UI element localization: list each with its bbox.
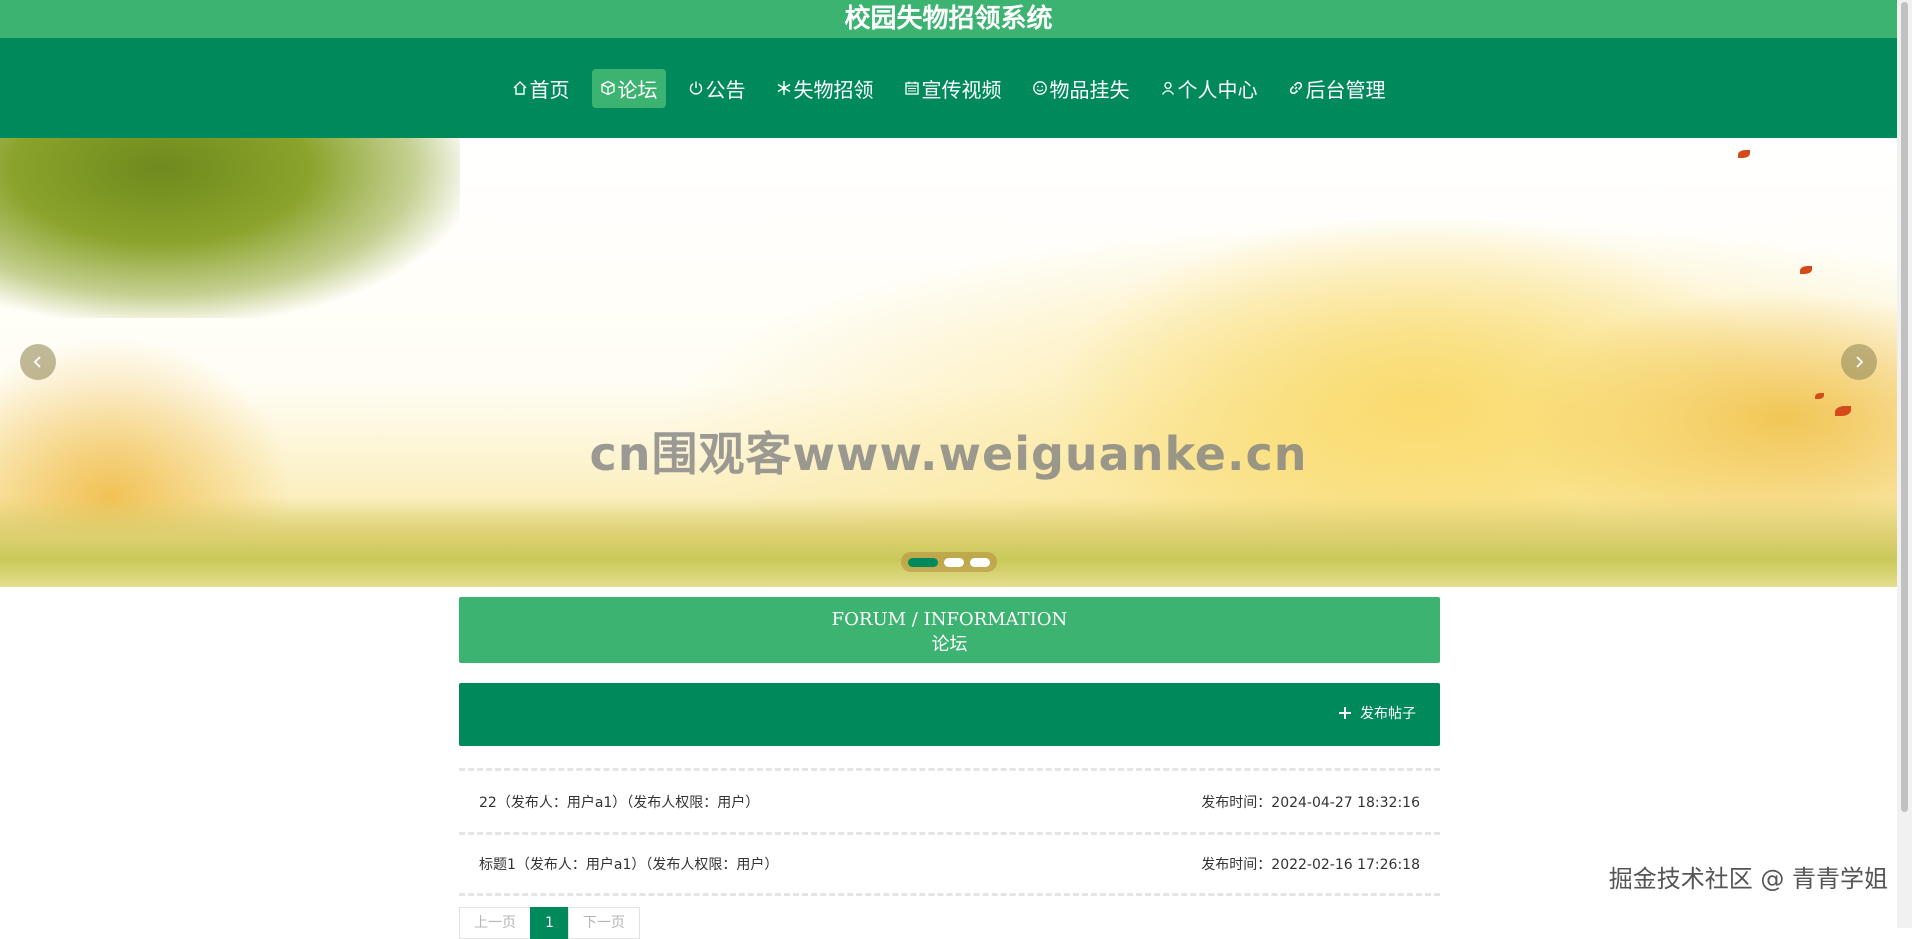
banner-ground-art (0, 497, 1897, 587)
nav-item-label: 首页 (529, 77, 570, 102)
post-title: 22（发布人：用户a1）（发布人权限：用户） (479, 794, 760, 811)
nav-item-label: 物品挂失 (1049, 77, 1130, 102)
carousel-dot[interactable] (908, 557, 938, 567)
smile-icon (1032, 81, 1047, 95)
main-nav: 首页 论坛 公告 失物招领 宣传视频 物品挂失 个人中心 后台管理 (0, 38, 1897, 138)
post-time: 发布时间：2024-04-27 18:32:16 (1201, 794, 1420, 811)
next-page-button[interactable]: 下一页 (567, 907, 640, 939)
nav-item-forum[interactable]: 论坛 (591, 68, 666, 108)
post-time: 发布时间：2022-02-16 17:26:18 (1201, 857, 1420, 873)
nav-item-home[interactable]: 首页 (504, 69, 578, 108)
carousel-dot[interactable] (944, 557, 964, 567)
section-header: FORUM / INFORMATION 论坛 (459, 597, 1440, 663)
banner-watermark: cn围观客www.weiguanke.cn (589, 427, 1308, 481)
calendar-icon (904, 81, 919, 95)
power-icon (689, 81, 702, 95)
post-item[interactable]: 22（发布人：用户a1）（发布人权限：用户） 发布时间：2024-04-27 1… (459, 768, 1440, 832)
section-title-cn: 论坛 (931, 634, 968, 655)
user-icon (1161, 81, 1174, 95)
nav-item-notice[interactable]: 公告 (680, 69, 754, 108)
nav-item-label: 宣传视频 (921, 77, 1002, 102)
page-scrollbar[interactable] (1897, 0, 1912, 928)
banner-tree-art (0, 138, 460, 318)
chevron-right-icon (1856, 356, 1864, 368)
nav-item-label: 公告 (705, 77, 746, 102)
corner-watermark: 掘金技术社区 @ 青青学姐 (1608, 865, 1888, 893)
publish-post-button[interactable]: 发布帖子 (1338, 703, 1416, 723)
nav-item-profile[interactable]: 个人中心 (1152, 69, 1266, 108)
post-item[interactable]: 标题1（发布人：用户a1）（发布人权限：用户） 发布时间：2022-02-16 … (459, 832, 1440, 896)
pagination: 上一页 1 下一页 (459, 907, 640, 939)
chevron-left-icon (33, 356, 41, 368)
nav-item-lost-found[interactable]: 失物招领 (768, 69, 882, 108)
link-icon (1289, 81, 1302, 95)
page-button-current[interactable]: 1 (530, 907, 569, 939)
carousel-next-button[interactable] (1841, 344, 1877, 380)
site-title: 校园失物招领系统 (0, 0, 1897, 38)
carousel-indicators (901, 552, 997, 572)
banner-carousel: cn围观客www.weiguanke.cn (0, 138, 1897, 587)
leaf-decoration (1738, 150, 1750, 158)
carousel-dot[interactable] (970, 557, 990, 567)
section-title-en: FORUM / INFORMATION (831, 609, 1068, 630)
nav-item-admin[interactable]: 后台管理 (1280, 69, 1394, 108)
home-icon (513, 81, 526, 95)
nav-item-label: 个人中心 (1177, 77, 1258, 102)
nav-item-promo-video[interactable]: 宣传视频 (896, 69, 1010, 108)
nav-item-label: 失物招领 (793, 77, 874, 102)
prev-page-button[interactable]: 上一页 (459, 907, 531, 939)
plus-icon (1339, 707, 1351, 719)
snowflake-icon (777, 81, 790, 95)
publish-post-label: 发布帖子 (1360, 706, 1416, 722)
post-list: 22（发布人：用户a1）（发布人权限：用户） 发布时间：2024-04-27 1… (459, 768, 1440, 896)
nav-item-report-lost[interactable]: 物品挂失 (1024, 69, 1138, 108)
forum-toolbar: 发布帖子 (459, 683, 1440, 746)
nav-item-label: 论坛 (617, 77, 658, 102)
nav-item-label: 后台管理 (1305, 77, 1386, 102)
scrollbar-thumb[interactable] (1901, 2, 1908, 812)
post-title: 标题1（发布人：用户a1）（发布人权限：用户） (479, 857, 779, 873)
box-icon (600, 80, 615, 96)
carousel-prev-button[interactable] (20, 344, 56, 380)
